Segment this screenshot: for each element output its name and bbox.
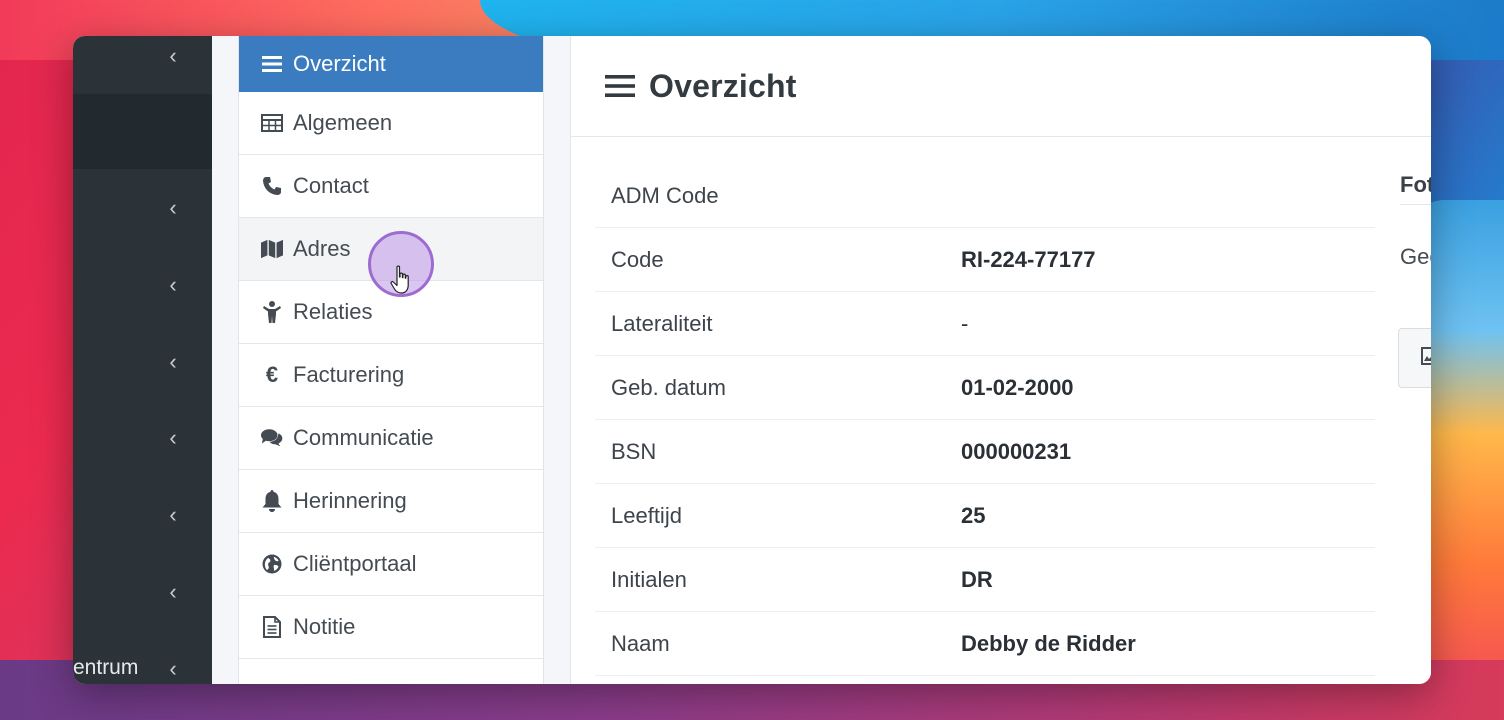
panel-heading: Fot	[1400, 172, 1431, 197]
table-row: Code RI-224-77177	[595, 228, 1375, 292]
detail-table: ADM Code Code RI-224-77177 Lateraliteit - …	[595, 164, 1375, 676]
app-window: ‹ ‹ ‹ ‹ ‹ ‹ ‹ entrum ‹ Overzicht Algemee…	[73, 36, 1431, 684]
table-row: Initialen DR	[595, 548, 1375, 612]
submenu-item-contact[interactable]: Contact	[239, 155, 543, 218]
phone-icon	[261, 175, 283, 197]
map-icon	[261, 238, 283, 260]
row-value: RI-224-77177	[961, 246, 1096, 272]
child-icon	[261, 301, 283, 323]
row-label: Geb. datum	[611, 374, 726, 400]
hand-cursor-icon	[390, 265, 409, 294]
upload-button[interactable]	[1398, 328, 1431, 388]
page-title: Overzicht	[649, 67, 797, 104]
row-label: BSN	[611, 438, 657, 464]
table-row: ADM Code	[595, 164, 1375, 228]
submenu-item-label: Communicatie	[293, 425, 434, 450]
row-value: 000000231	[961, 438, 1072, 464]
row-label: Lateraliteit	[611, 310, 713, 336]
bell-icon	[261, 490, 283, 512]
panel-text: Gee	[1400, 244, 1431, 269]
photo-panel: Fot Gee	[1396, 36, 1431, 684]
file-text-icon	[261, 616, 283, 638]
page-header: Overzicht	[571, 36, 1431, 137]
submenu-item-more[interactable]	[239, 659, 543, 684]
submenu-item-label: Herinnering	[293, 488, 407, 513]
row-label: Code	[611, 246, 664, 272]
row-label: Initialen	[611, 566, 687, 592]
submenu-item-facturering[interactable]: € Facturering	[239, 344, 543, 407]
table-row: Geb. datum 01-02-2000	[595, 356, 1375, 420]
submenu-item-communicatie[interactable]: Communicatie	[239, 407, 543, 470]
row-label: Leeftijd	[611, 502, 682, 528]
submenu-item-label: Adres	[293, 236, 351, 261]
submenu-item-label: Notitie	[293, 614, 356, 639]
table-row: Leeftijd 25	[595, 484, 1375, 548]
submenu-item-label: Relaties	[293, 299, 373, 324]
row-value: DR	[961, 566, 993, 592]
bars-icon	[261, 53, 283, 75]
chevron-left-icon[interactable]: ‹	[161, 657, 185, 681]
row-value: 25	[961, 502, 986, 528]
chevron-left-icon[interactable]: ‹	[161, 44, 185, 68]
row-label: Naam	[611, 630, 670, 656]
table-row: BSN 000000231	[595, 420, 1375, 484]
row-label: ADM Code	[611, 182, 719, 208]
euro-icon: €	[265, 362, 279, 387]
submenu-item-label: Facturering	[293, 362, 405, 387]
chevron-left-icon[interactable]: ‹	[161, 426, 185, 450]
submenu-item-notitie[interactable]: Notitie	[239, 596, 543, 659]
bars-icon	[605, 74, 635, 98]
submenu-area: Overzicht Algemeen Contact Adres Relatie…	[212, 36, 570, 684]
submenu-item-label: Contact	[293, 173, 369, 198]
sidebar-block	[73, 94, 212, 169]
row-value: -	[961, 310, 969, 336]
globe-icon	[261, 553, 283, 575]
submenu-item-clientportaal[interactable]: Cliëntportaal	[239, 533, 543, 596]
chevron-left-icon[interactable]: ‹	[161, 350, 185, 374]
submenu: Overzicht Algemeen Contact Adres Relatie…	[238, 36, 544, 684]
chevron-left-icon[interactable]: ‹	[161, 503, 185, 527]
table-icon	[261, 112, 283, 134]
comments-icon	[261, 427, 283, 449]
submenu-item-herinnering[interactable]: Herinnering	[239, 470, 543, 533]
table-row: Naam Debby de Ridder	[595, 612, 1375, 676]
sidebar-item-label[interactable]: entrum	[73, 656, 138, 680]
submenu-item-label: Algemeen	[293, 110, 393, 135]
submenu-item-label: Cliëntportaal	[293, 551, 417, 576]
table-row: Lateraliteit -	[595, 292, 1375, 356]
chevron-left-icon[interactable]: ‹	[161, 580, 185, 604]
submenu-item-label: Overzicht	[293, 50, 386, 76]
main-sidebar: ‹ ‹ ‹ ‹ ‹ ‹ ‹ entrum ‹	[73, 36, 212, 684]
main-content: Overzicht ADM Code Code RI-224-77177 Late…	[570, 36, 1431, 684]
chevron-left-icon[interactable]: ‹	[161, 273, 185, 297]
divider	[1400, 204, 1431, 205]
submenu-item-algemeen[interactable]: Algemeen	[239, 92, 543, 155]
image-icon	[1421, 347, 1431, 365]
row-value: 01-02-2000	[961, 374, 1074, 400]
submenu-item-overzicht[interactable]: Overzicht	[239, 36, 543, 92]
chevron-left-icon[interactable]: ‹	[161, 196, 185, 220]
row-value: Debby de Ridder	[961, 630, 1136, 656]
